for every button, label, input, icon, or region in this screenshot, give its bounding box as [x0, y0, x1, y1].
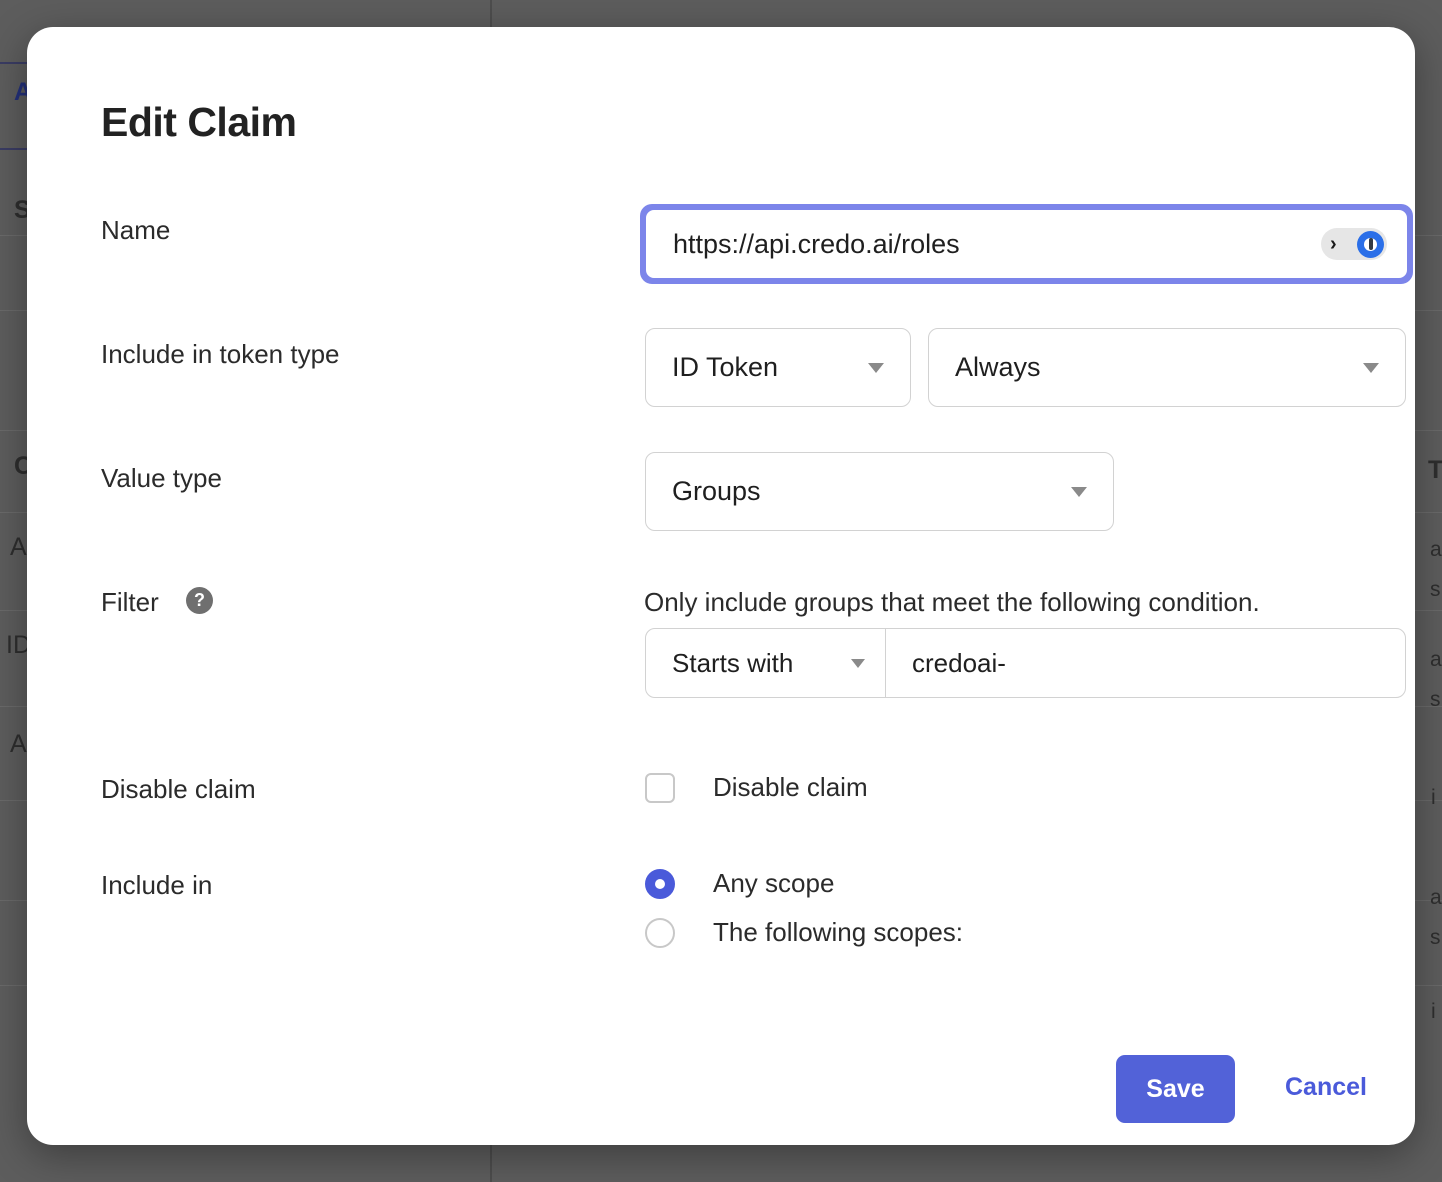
token-type-label: Include in token type	[101, 339, 340, 370]
radio-following-scopes-label: The following scopes:	[713, 917, 963, 948]
background-cell-text: i	[1431, 1000, 1436, 1024]
disable-claim-checkbox-row[interactable]: Disable claim	[645, 772, 868, 803]
filter-operator-select[interactable]: Starts with	[646, 629, 886, 697]
filter-operator-value: Starts with	[646, 648, 851, 679]
background-cell-text: a	[1430, 886, 1442, 910]
chevron-down-icon	[1071, 487, 1087, 497]
name-field-container: ›	[640, 204, 1413, 284]
disable-claim-label: Disable claim	[101, 774, 256, 805]
background-cell-text: s	[1430, 926, 1441, 950]
include-in-label: Include in	[101, 870, 212, 901]
token-type-select[interactable]: ID Token	[645, 328, 911, 407]
include-in-radio-following-scopes[interactable]: The following scopes:	[645, 917, 963, 948]
background-cell-text: s	[1430, 688, 1441, 712]
filter-label: Filter	[101, 587, 159, 618]
autofill-badge[interactable]: ›	[1321, 228, 1387, 260]
background-cell-text: a	[1430, 648, 1442, 672]
disable-claim-checkbox[interactable]	[645, 773, 675, 803]
filter-condition-group: Starts with	[645, 628, 1406, 698]
chevron-down-icon	[868, 363, 884, 373]
1password-icon[interactable]	[1357, 231, 1384, 258]
token-condition-select-value: Always	[929, 352, 1363, 383]
filter-value-input[interactable]	[886, 629, 1405, 697]
name-label: Name	[101, 215, 170, 246]
background-cell-text: a	[1430, 538, 1442, 562]
value-type-select-value: Groups	[646, 476, 1071, 507]
filter-description: Only include groups that meet the follow…	[644, 587, 1260, 618]
chevron-right-icon[interactable]: ›	[1330, 234, 1337, 254]
dialog-title: Edit Claim	[101, 99, 296, 146]
token-type-select-value: ID Token	[646, 352, 868, 383]
background-cell-text: A	[10, 533, 27, 562]
background-cell-text: s	[1430, 578, 1441, 602]
background-cell-text: i	[1431, 786, 1436, 810]
token-condition-select[interactable]: Always	[928, 328, 1406, 407]
chevron-down-icon	[851, 659, 865, 668]
value-type-select[interactable]: Groups	[645, 452, 1114, 531]
value-type-label: Value type	[101, 463, 222, 494]
radio-any-scope-label: Any scope	[713, 868, 834, 899]
chevron-down-icon	[1363, 363, 1379, 373]
cancel-button[interactable]: Cancel	[1285, 1073, 1367, 1102]
save-button[interactable]: Save	[1116, 1055, 1235, 1123]
include-in-radio-any-scope[interactable]: Any scope	[645, 868, 834, 899]
radio-following-scopes[interactable]	[645, 918, 675, 948]
name-input[interactable]	[646, 210, 1407, 278]
help-icon[interactable]: ?	[186, 587, 213, 614]
edit-claim-dialog: Edit Claim Name › Include in token type …	[27, 27, 1415, 1145]
radio-any-scope[interactable]	[645, 869, 675, 899]
background-col-header: T	[1428, 456, 1442, 485]
disable-claim-checkbox-label: Disable claim	[713, 772, 868, 803]
background-cell-text: A	[10, 730, 27, 759]
